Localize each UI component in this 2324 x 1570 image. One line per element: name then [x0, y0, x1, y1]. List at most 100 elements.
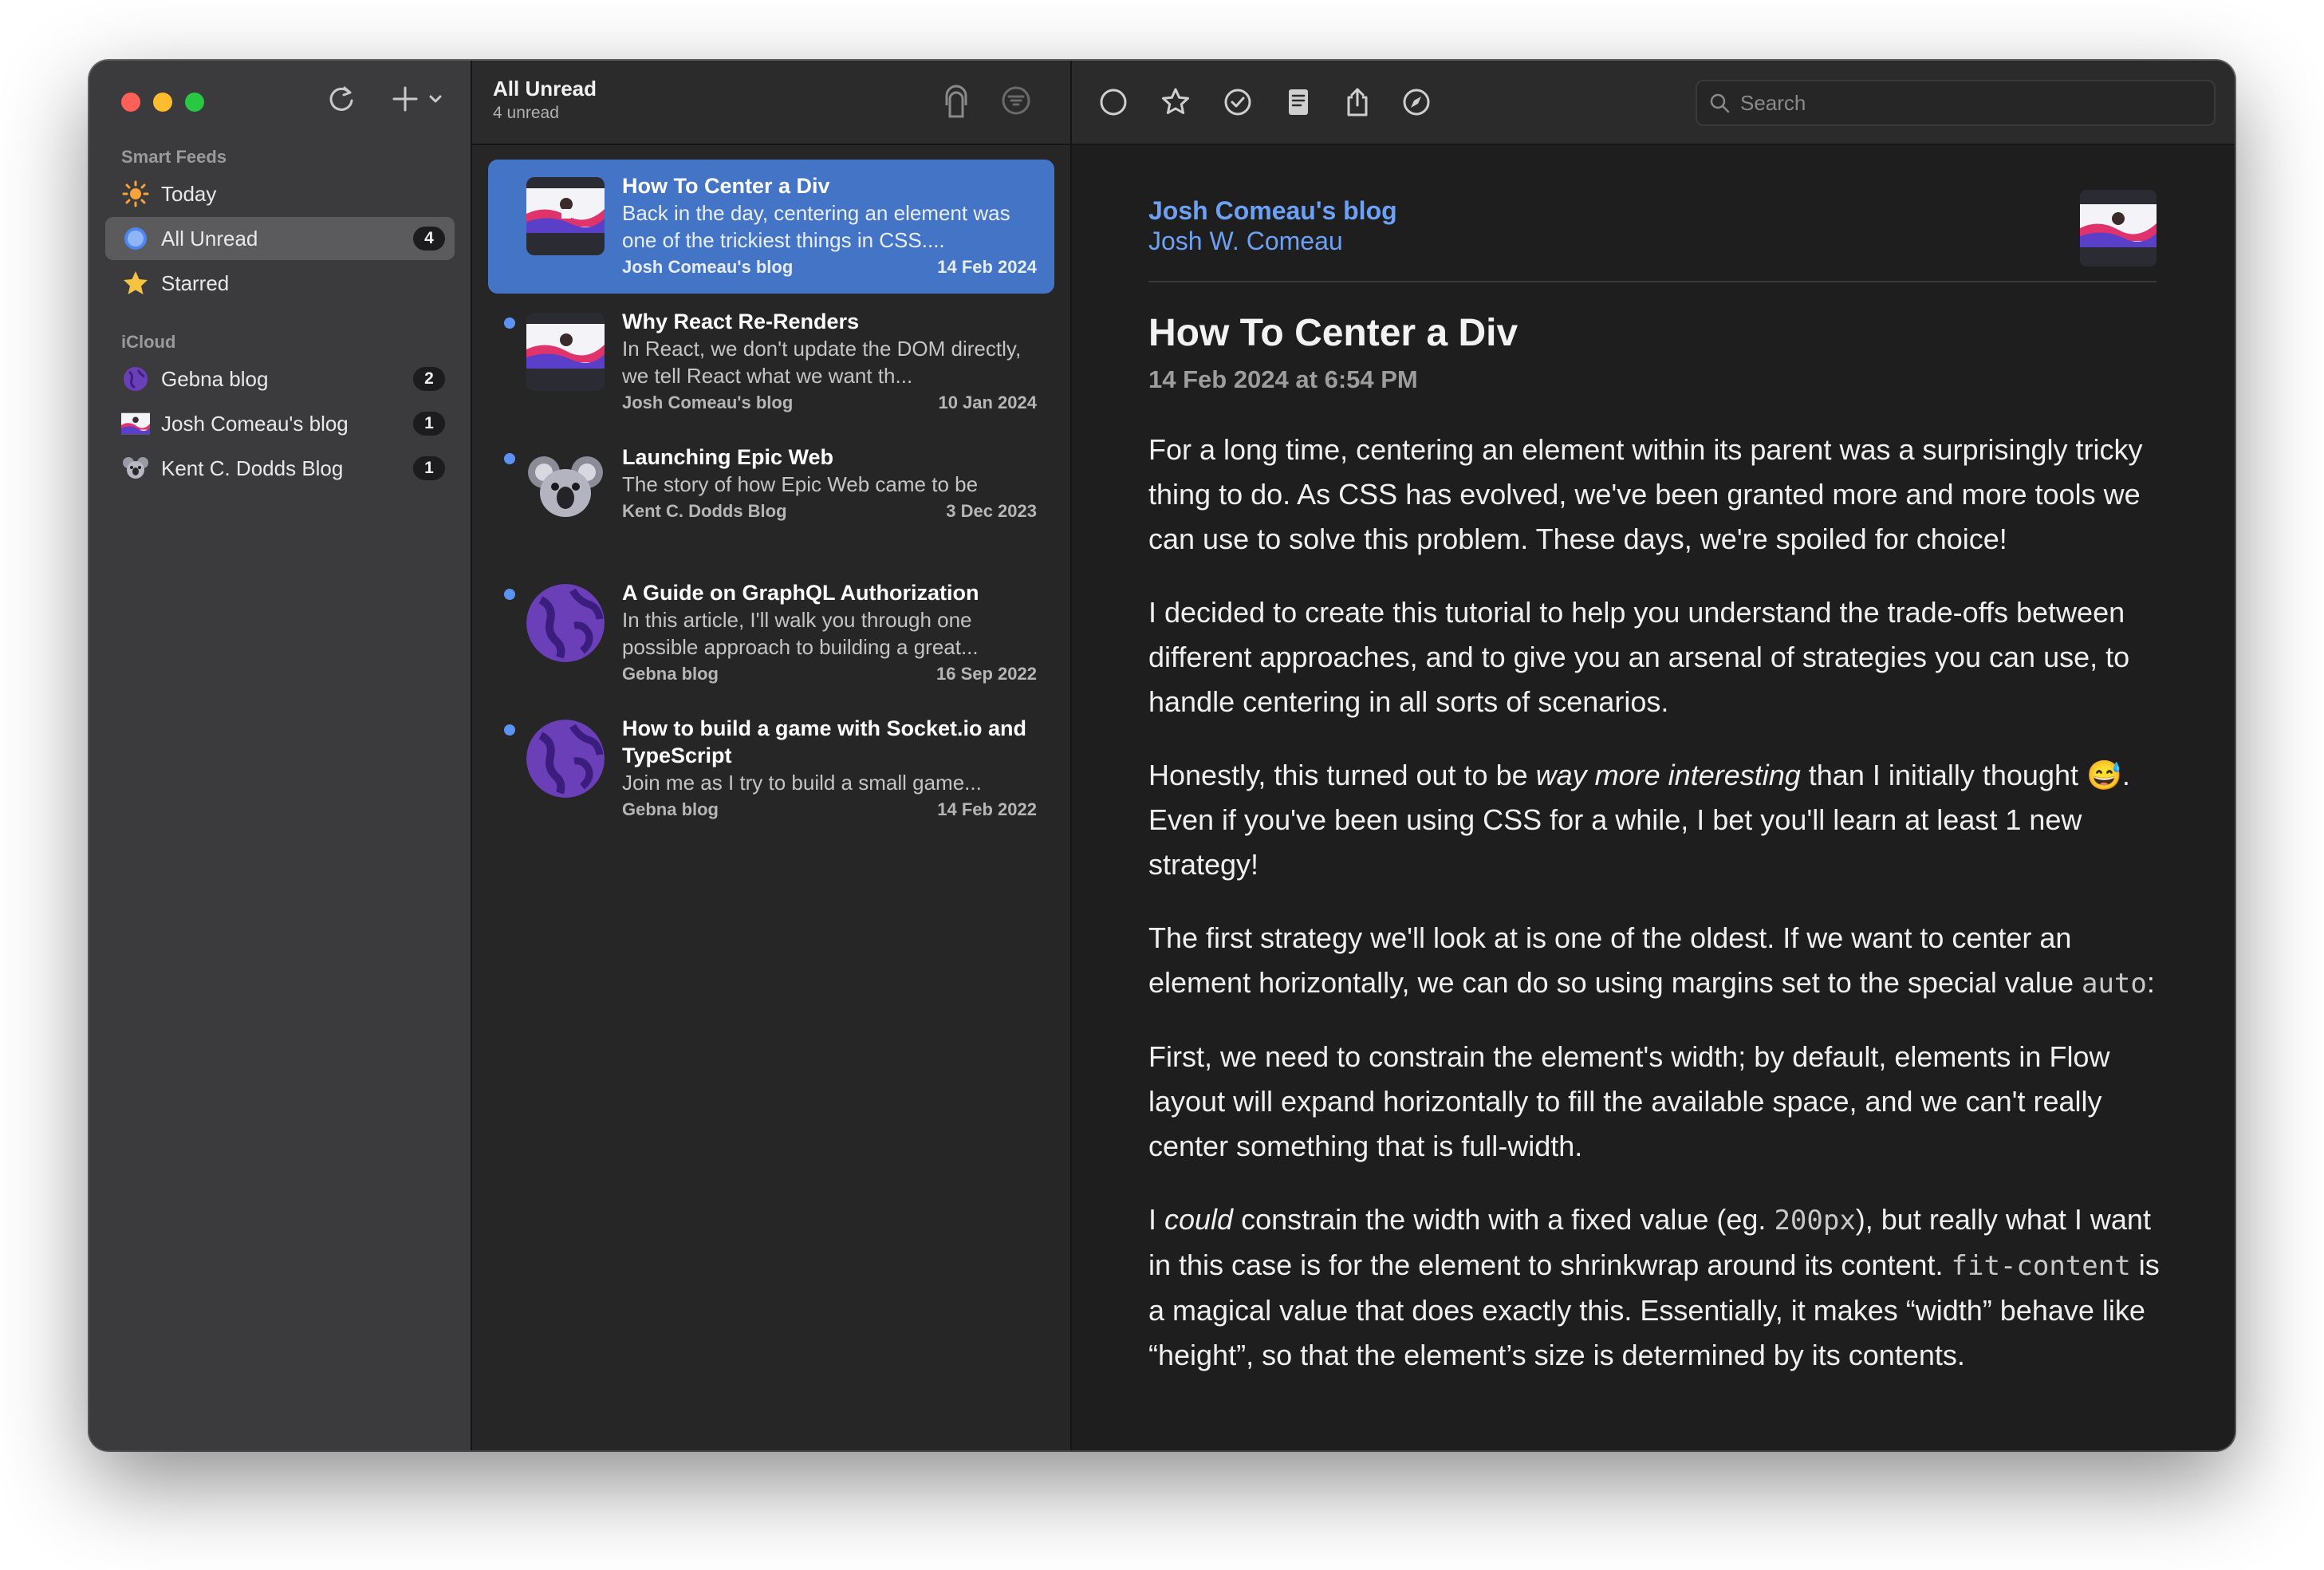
article-title: How To Center a Div: [622, 174, 830, 198]
article-excerpt: Back in the day, centering an element wa…: [622, 201, 1010, 252]
article-excerpt: In this article, I'll walk you through o…: [622, 608, 979, 659]
article-title: Why React Re-Renders: [622, 310, 860, 333]
text-run: constrain the width with a fixed value (…: [1233, 1203, 1775, 1236]
paragraph: I could constrain the width with a fixed…: [1148, 1197, 2169, 1378]
unread-dot: [504, 589, 515, 600]
article-card[interactable]: Why React Re-Renders In React, we don't …: [488, 295, 1054, 429]
sun-icon: [121, 179, 150, 208]
inline-code: fit-content: [1951, 1250, 2131, 1282]
article-date: 3 Dec 2023: [946, 501, 1037, 521]
zoom-window-button[interactable]: [185, 93, 204, 112]
article-date: 14 Feb 2024 at 6:54 PM: [1148, 365, 1418, 393]
koala-thumbnail: [526, 448, 605, 527]
paragraph: I decided to create this tutorial to hel…: [1148, 596, 2130, 718]
sidebar: Smart Feeds Today All Unread 4 Starred i…: [89, 61, 472, 1450]
article-excerpt: In React, we don't update the DOM direct…: [622, 337, 1022, 388]
text-run: I: [1148, 1203, 1165, 1236]
sidebar-item-today[interactable]: Today: [105, 172, 455, 215]
window-controls: [121, 93, 204, 112]
josh-comeau-thumbnail: [526, 313, 605, 391]
paragraph: Honestly, this turned out to be way more…: [1148, 753, 2169, 887]
reader-toolbar: [1072, 61, 2235, 145]
koala-favicon: [121, 454, 150, 483]
unread-count-badge: 1: [413, 412, 445, 436]
article-feed-link[interactable]: Josh Comeau's blog: [1148, 196, 1397, 226]
article-card[interactable]: A Guide on GraphQL Authorization In this…: [488, 566, 1054, 700]
article-card[interactable]: How to build a game with Socket.io and T…: [488, 702, 1054, 836]
article-date: 14 Feb 2024: [937, 257, 1037, 277]
paragraph: First, we need to constrain the element'…: [1148, 1040, 2110, 1162]
sidebar-item-label: Kent C. Dodds Blog: [161, 456, 344, 480]
josh-comeau-favicon: [121, 409, 150, 438]
sidebar-item-starred[interactable]: Starred: [105, 262, 455, 305]
filter-list-icon[interactable]: [1000, 85, 1032, 120]
article-feed: Kent C. Dodds Blog: [622, 501, 787, 521]
unread-dot: [504, 453, 515, 464]
search-input[interactable]: [1739, 89, 2188, 116]
article-title: How to build a game with Socket.io and T…: [622, 716, 1027, 767]
checkmark-circle-icon[interactable]: [1220, 85, 1255, 120]
sidebar-item-all-unread[interactable]: All Unread 4: [105, 217, 455, 260]
minimize-window-button[interactable]: [153, 93, 172, 112]
text-run: than I initially thought: [1800, 759, 2086, 791]
refresh-icon[interactable]: [325, 83, 357, 124]
sidebar-item-kent-c-dodds[interactable]: Kent C. Dodds Blog 1: [105, 447, 455, 490]
text-run: Honestly, this turned out to be: [1148, 759, 1536, 791]
article-meta: Josh Comeau's blog 14 Feb 2024: [622, 257, 1037, 278]
mark-read-circle-icon[interactable]: [1096, 85, 1131, 120]
sidebar-item-label: Starred: [161, 270, 230, 295]
unread-dot: [504, 724, 515, 736]
sidebar-item-josh-comeau[interactable]: Josh Comeau's blog 1: [105, 402, 455, 445]
header-divider: [1148, 281, 2157, 282]
unread-dot: [504, 318, 515, 329]
star-icon[interactable]: [1158, 85, 1193, 120]
reader-pane: Josh Comeau's blog Josh W. Comeau How To…: [1072, 61, 2235, 1450]
article-list-header: All Unread 4 unread: [472, 61, 1070, 145]
list-title: All Unread: [493, 77, 597, 101]
unread-count-badge: 1: [413, 456, 445, 480]
mark-all-read-icon[interactable]: [943, 85, 970, 124]
paragraph: The first strategy we'll look at is one …: [1148, 916, 2169, 1006]
article-date: 16 Sep 2022: [936, 664, 1037, 684]
article-meta: Gebna blog 16 Sep 2022: [622, 664, 1037, 684]
article-excerpt: The story of how Epic Web came to be: [622, 472, 979, 496]
smart-feeds-label: Smart Feeds: [121, 147, 227, 167]
article-date: 10 Jan 2024: [938, 392, 1037, 412]
unread-count-badge: 2: [413, 367, 445, 391]
article-meta: Gebna blog 14 Feb 2022: [622, 799, 1037, 820]
gebna-globe-thumbnail: [526, 720, 605, 798]
sweat-smile-emoji: 😅: [2086, 759, 2122, 791]
article-card[interactable]: How To Center a Div Back in the day, cen…: [488, 160, 1054, 294]
article-feed: Josh Comeau's blog: [622, 392, 794, 412]
star-icon: [121, 269, 150, 298]
sidebar-item-label: Gebna blog: [161, 366, 269, 391]
sidebar-item-label: Today: [161, 181, 217, 206]
reader-view-icon[interactable]: [1281, 85, 1316, 120]
paragraph: For a long time, centering an element wi…: [1148, 433, 2143, 555]
share-icon[interactable]: [1340, 85, 1375, 120]
feed-thumbnail: [2080, 190, 2157, 266]
search-field[interactable]: [1696, 80, 2216, 126]
app-window: Smart Feeds Today All Unread 4 Starred i…: [89, 61, 2235, 1450]
sidebar-item-label: Josh Comeau's blog: [161, 411, 349, 436]
article-meta: Josh Comeau's blog 10 Jan 2024: [622, 392, 1037, 413]
compass-safari-icon[interactable]: [1399, 85, 1434, 120]
article-meta: Kent C. Dodds Blog 3 Dec 2023: [622, 501, 1037, 522]
article-author[interactable]: Josh W. Comeau: [1148, 227, 1343, 256]
add-feed-button[interactable]: [389, 83, 450, 124]
unread-count-badge: 4: [413, 227, 445, 250]
close-window-button[interactable]: [121, 93, 140, 112]
sidebar-item-gebna-blog[interactable]: Gebna blog 2: [105, 357, 455, 400]
text-run: The first strategy we'll look at is one …: [1148, 921, 2082, 999]
emphasis: way more interesting: [1535, 759, 1801, 791]
article-card[interactable]: Launching Epic Web The story of how Epic…: [488, 431, 1054, 565]
inline-code: 200px: [1774, 1205, 1856, 1237]
article-list: All Unread 4 unread How To Center a Div …: [472, 61, 1072, 1450]
article-feed: Gebna blog: [622, 799, 719, 819]
article-title: Launching Epic Web: [622, 445, 834, 469]
text-run: :: [2146, 966, 2155, 999]
article-excerpt: Join me as I try to build a small game..…: [622, 771, 982, 795]
josh-comeau-thumbnail: [526, 177, 605, 255]
article-date: 14 Feb 2022: [937, 799, 1037, 819]
article-heading: How To Center a Div: [1148, 312, 1518, 354]
